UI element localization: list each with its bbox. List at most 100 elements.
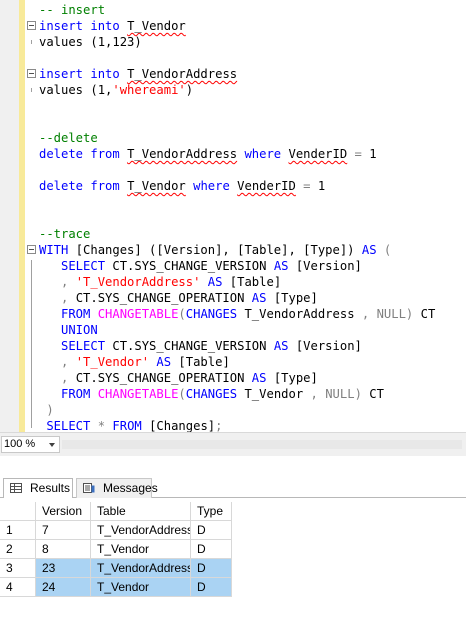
code-token: T_Vendor: [127, 179, 186, 193]
code-token: [Table]: [178, 355, 230, 369]
code-line[interactable]: delete from T_VendorAddress where Vender…: [0, 146, 466, 162]
table-row[interactable]: 2 8 T_Vendor D: [0, 540, 232, 559]
row-number[interactable]: 3: [0, 559, 36, 578]
cell-table[interactable]: T_VendorAddress: [91, 521, 191, 540]
code-line[interactable]: insert into T_Vendor: [0, 18, 466, 34]
code-token: WITH: [39, 243, 76, 257]
code-token: SELECT: [39, 419, 98, 432]
code-line[interactable]: delete from T_Vendor where VenderID = 1: [0, 178, 466, 194]
code-line[interactable]: --trace: [0, 226, 466, 242]
code-line[interactable]: , CT.SYS_CHANGE_OPERATION AS [Type]: [0, 290, 466, 306]
cell-table[interactable]: T_Vendor: [91, 540, 191, 559]
cell-type[interactable]: D: [191, 578, 232, 597]
code-text: delete from T_VendorAddress where Vender…: [39, 146, 377, 162]
chevron-down-icon[interactable]: [49, 443, 55, 447]
code-line[interactable]: SELECT CT.SYS_CHANGE_VERSION AS [Version…: [0, 338, 466, 354]
column-header[interactable]: Table: [91, 502, 191, 521]
code-line[interactable]: [0, 98, 466, 114]
table-row[interactable]: 4 24 T_Vendor D: [0, 578, 232, 597]
zoom-dropdown[interactable]: 100 %: [1, 436, 60, 453]
cell-type[interactable]: D: [191, 559, 232, 578]
cell-table[interactable]: T_Vendor: [91, 578, 191, 597]
code-line[interactable]: SELECT CT.SYS_CHANGE_VERSION AS [Version…: [0, 258, 466, 274]
code-line[interactable]: [0, 162, 466, 178]
code-line[interactable]: --delete: [0, 130, 466, 146]
row-header-corner[interactable]: [0, 502, 36, 521]
code-line[interactable]: ): [0, 402, 466, 418]
code-token: *: [97, 419, 113, 432]
code-token: 1: [361, 147, 377, 161]
code-token: AS: [273, 259, 296, 273]
code-token: insert into: [39, 67, 128, 81]
code-token: [Version]: [295, 259, 362, 273]
row-number[interactable]: 4: [0, 578, 36, 597]
code-token: insert into: [39, 19, 128, 33]
code-text: SELECT * FROM [Changes];: [39, 418, 222, 432]
code-token: CT.SYS_CHANGE_VERSION: [112, 259, 274, 273]
collapse-icon[interactable]: [27, 21, 36, 30]
code-line[interactable]: , 'T_Vendor' AS [Table]: [0, 354, 466, 370]
code-token: values (1,: [39, 83, 113, 97]
code-line[interactable]: , 'T_VendorAddress' AS [Table]: [0, 274, 466, 290]
code-token: (: [178, 387, 186, 401]
code-token: CHANGES: [185, 307, 245, 321]
code-token: CHANGETABLE: [97, 387, 179, 401]
cell-table[interactable]: T_VendorAddress: [91, 559, 191, 578]
code-token: SELECT: [39, 339, 113, 353]
code-token: ): [39, 403, 54, 417]
horizontal-scrollbar[interactable]: [62, 440, 462, 449]
cell-version[interactable]: 23: [36, 559, 91, 578]
code-token: T_VendorAddress: [244, 307, 362, 321]
code-line[interactable]: values (1,123): [0, 34, 466, 50]
code-token: --delete: [39, 131, 98, 145]
code-line[interactable]: -- insert: [0, 2, 466, 18]
code-line[interactable]: [0, 210, 466, 226]
column-header[interactable]: Version: [36, 502, 91, 521]
cell-version[interactable]: 7: [36, 521, 91, 540]
code-line[interactable]: insert into T_VendorAddress: [0, 66, 466, 82]
code-line[interactable]: UNION: [0, 322, 466, 338]
code-token: =: [295, 179, 311, 193]
code-token: values (1,123): [39, 35, 142, 49]
code-token: 'T_VendorAddress': [75, 275, 201, 289]
code-line[interactable]: values (1,'whereami'): [0, 82, 466, 98]
messages-icon: [83, 483, 95, 493]
code-token: =: [347, 147, 362, 161]
code-line[interactable]: FROM CHANGETABLE(CHANGES T_VendorAddress…: [0, 306, 466, 322]
column-header[interactable]: Type: [191, 502, 232, 521]
code-token: FROM: [39, 307, 98, 321]
code-line[interactable]: [0, 50, 466, 66]
code-token: -- insert: [39, 3, 106, 17]
code-text: values (1,'whereami'): [39, 82, 193, 98]
cell-version[interactable]: 8: [36, 540, 91, 559]
code-text: insert into T_VendorAddress: [39, 66, 237, 82]
cell-type[interactable]: D: [191, 521, 232, 540]
collapse-icon[interactable]: [27, 69, 36, 78]
table-row[interactable]: 3 23 T_VendorAddress D: [0, 559, 232, 578]
row-number[interactable]: 2: [0, 540, 36, 559]
code-line[interactable]: [0, 194, 466, 210]
code-token: ,: [39, 355, 76, 369]
code-text: values (1,123): [39, 34, 142, 50]
code-line[interactable]: FROM CHANGETABLE(CHANGES T_Vendor , NULL…: [0, 386, 466, 402]
code-token: FROM: [112, 419, 150, 432]
code-line[interactable]: SELECT * FROM [Changes];: [0, 418, 466, 432]
sql-editor[interactable]: -- insert insert into T_Vendor values (1,1…: [0, 0, 466, 432]
tab-messages[interactable]: Messages: [76, 478, 158, 498]
row-number[interactable]: 1: [0, 521, 36, 540]
code-token: CT: [361, 387, 384, 401]
code-token: 'T_Vendor': [75, 355, 150, 369]
code-line[interactable]: WITH [Changes] ([Version], [Table], [Typ…: [0, 242, 466, 258]
code-line[interactable]: , CT.SYS_CHANGE_OPERATION AS [Type]: [0, 370, 466, 386]
code-token: AS: [149, 355, 179, 369]
table-row[interactable]: 1 7 T_VendorAddress D: [0, 521, 232, 540]
tab-results[interactable]: Results: [3, 478, 73, 498]
code-text: delete from T_Vendor where VenderID = 1: [39, 178, 325, 194]
cell-type[interactable]: D: [191, 540, 232, 559]
code-token: VenderID: [288, 147, 348, 161]
code-token: ,: [39, 371, 76, 385]
code-token: VenderID: [237, 179, 296, 193]
code-line[interactable]: [0, 114, 466, 130]
collapse-icon[interactable]: [27, 245, 36, 254]
cell-version[interactable]: 24: [36, 578, 91, 597]
